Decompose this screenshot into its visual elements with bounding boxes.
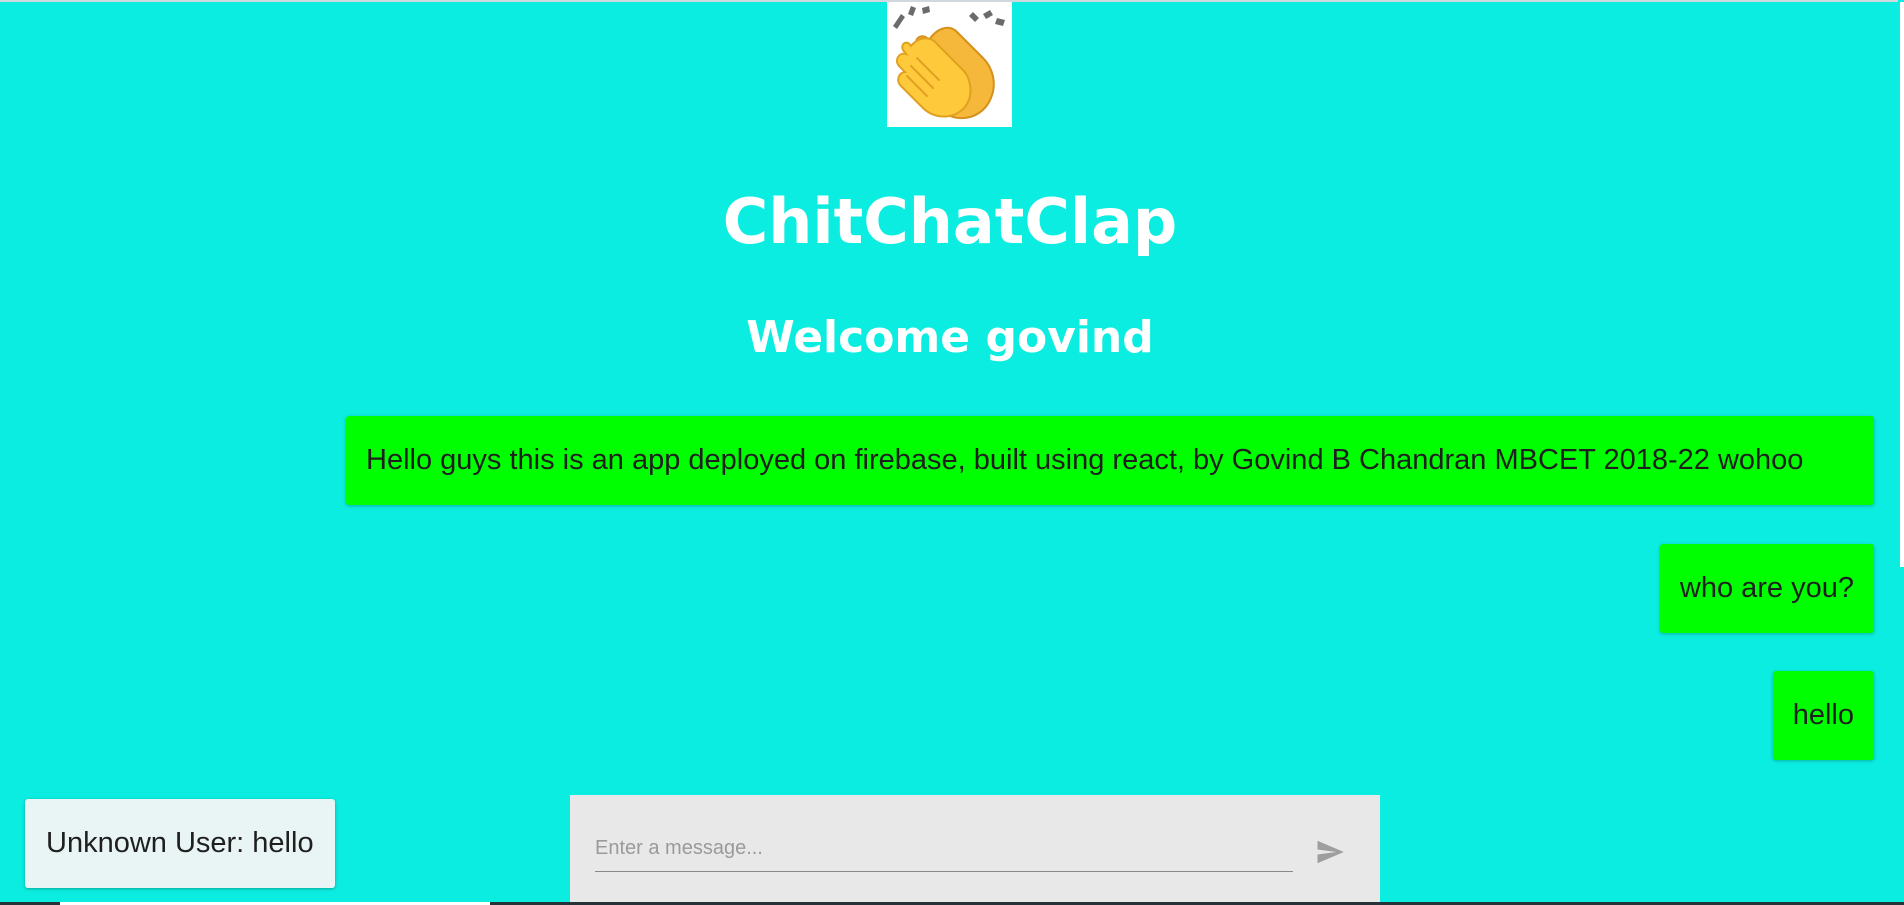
own-message: who are you? — [1659, 544, 1874, 633]
chat-app: ChitChatClap Welcome govind Hello guys t… — [0, 0, 1904, 905]
clapping-hands-icon — [893, 6, 1005, 120]
send-icon — [1317, 840, 1344, 864]
scrollbar[interactable] — [1898, 0, 1904, 905]
logo — [887, 2, 1012, 127]
other-user-message: Unknown User: hello — [25, 799, 335, 888]
welcome-heading: Welcome govind — [746, 312, 1154, 363]
app-title: ChitChatClap — [722, 185, 1178, 258]
message-composer — [570, 795, 1380, 905]
own-message: hello — [1772, 671, 1874, 760]
own-message: Hello guys this is an app deployed on fi… — [346, 416, 1874, 505]
scrollbar-thumb[interactable] — [1900, 2, 1904, 567]
message-input[interactable] — [595, 825, 1293, 872]
send-button[interactable] — [1305, 825, 1355, 871]
